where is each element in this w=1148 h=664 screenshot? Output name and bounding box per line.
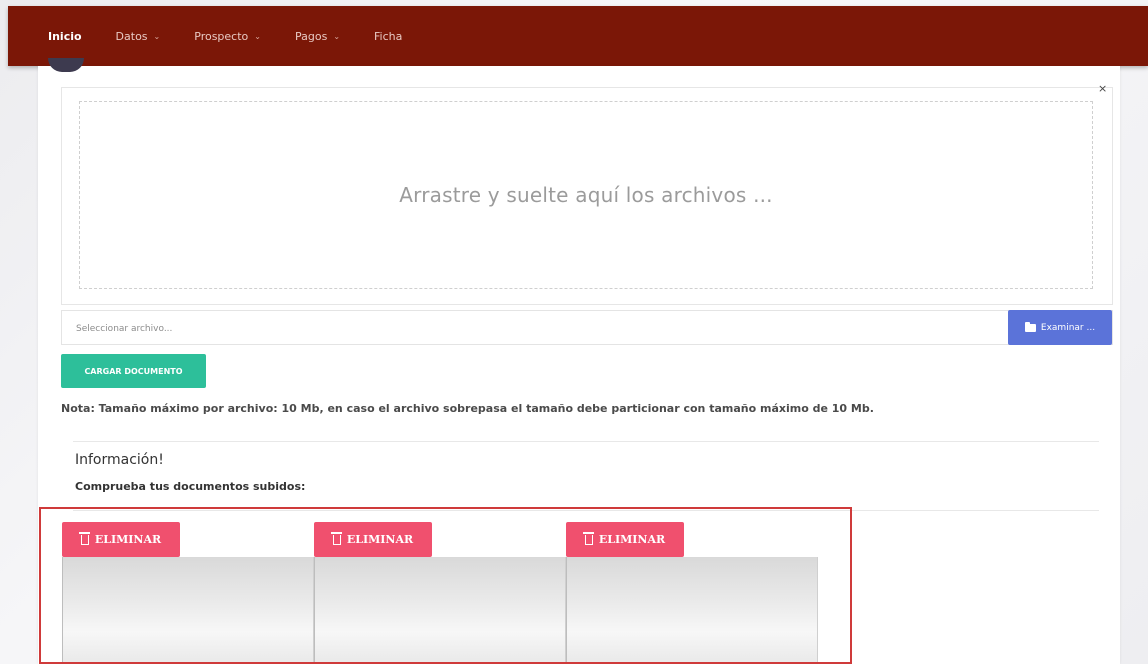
info-title: Información!	[75, 452, 164, 468]
nav-item-label: Pagos	[294, 29, 328, 43]
folder-icon	[1024, 321, 1036, 332]
nav-item-pagos[interactable]: Pagos ⌄	[295, 30, 340, 43]
browse-button-label: Examinar ...	[1040, 322, 1096, 333]
divider	[73, 441, 1099, 442]
browse-button[interactable]: Examinar ...	[1008, 310, 1112, 345]
documents-highlight-box	[39, 507, 852, 664]
main-nav: Inicio Datos ⌄ Prospecto ⌄ Pagos ⌄ Ficha	[48, 6, 436, 66]
nav-item-label: Prospecto	[194, 29, 249, 43]
dropzone-text: Arrastre y suelte aquí los archivos ...	[399, 183, 773, 207]
nav-item-prospecto[interactable]: Prospecto ⌄	[194, 30, 261, 43]
info-subtitle: Comprueba tus documentos subidos:	[75, 480, 306, 493]
file-dropzone[interactable]: Arrastre y suelte aquí los archivos ...	[79, 101, 1093, 289]
upload-document-button[interactable]: CARGAR DOCUMENTO	[61, 354, 206, 388]
file-select-row: Examinar ...	[61, 310, 1113, 346]
nav-item-label: Inicio	[48, 29, 82, 43]
nav-item-ficha[interactable]: Ficha	[374, 30, 402, 43]
chevron-down-icon: ⌄	[333, 31, 341, 41]
nav-item-label: Ficha	[374, 29, 403, 43]
top-navbar: Inicio Datos ⌄ Prospecto ⌄ Pagos ⌄ Ficha	[8, 6, 1148, 66]
nav-item-datos[interactable]: Datos ⌄	[116, 30, 161, 43]
chevron-down-icon: ⌄	[254, 31, 261, 41]
nav-item-inicio[interactable]: Inicio	[48, 30, 82, 43]
close-icon[interactable]: ×	[1098, 82, 1107, 95]
nav-item-label: Datos	[115, 29, 148, 43]
file-path-input[interactable]	[62, 311, 1018, 346]
size-note: Nota: Tamaño máximo por archivo: 10 Mb, …	[61, 402, 874, 415]
chevron-down-icon: ⌄	[153, 31, 161, 41]
